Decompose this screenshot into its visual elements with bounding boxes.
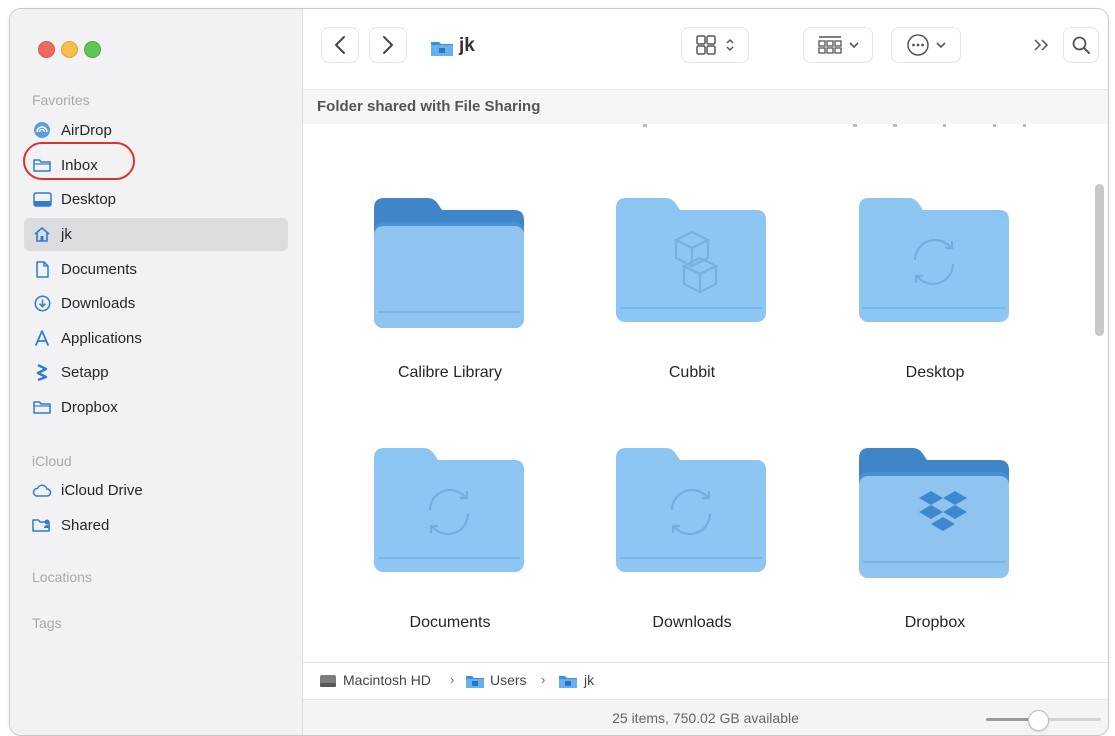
folder-icon [616, 198, 766, 322]
download-icon [32, 294, 52, 312]
sidebar-item-label: Setapp [61, 364, 109, 381]
sidebar-item-label: Dropbox [61, 399, 118, 416]
zoom-button[interactable] [84, 41, 101, 58]
folder-label: Cubbit [668, 364, 716, 381]
double-chevron-right-icon [1034, 39, 1049, 51]
sidebar-item-label: Applications [61, 330, 142, 347]
chevron-down-icon [936, 42, 946, 49]
sidebar-item-label: Downloads [61, 295, 136, 312]
sidebar-item-label: Desktop [61, 191, 117, 208]
folder-label: Dropbox [904, 614, 966, 631]
inbox-highlight-annotation [23, 142, 135, 180]
sidebar-item-dropbox[interactable]: Dropbox [24, 391, 288, 424]
toolbar: jk [303, 9, 1108, 89]
search-button[interactable] [1063, 27, 1099, 63]
applications-icon [32, 329, 52, 347]
slider-knob[interactable] [1027, 710, 1049, 731]
sidebar-item-jk[interactable]: jk [24, 218, 288, 251]
folder-label: Documents [409, 614, 491, 631]
home-icon [32, 225, 52, 243]
folder-title-icon [431, 42, 453, 56]
more-actions-button[interactable] [891, 27, 961, 63]
back-button[interactable] [321, 27, 359, 63]
toolbar-overflow-button[interactable] [1025, 27, 1057, 63]
view-mode-button[interactable] [681, 27, 749, 63]
chevron-left-icon [335, 36, 345, 54]
shared-folder-banner: Folder shared with File Sharing [303, 89, 1108, 125]
folder-icon [859, 198, 1009, 322]
search-icon [1072, 36, 1090, 54]
path-segment-macintosh-hd[interactable]: Macintosh HD [343, 672, 431, 688]
icon-grid-icon [696, 35, 716, 55]
folder-item-downloads[interactable]: Downloads [587, 446, 787, 662]
folder-item-calibre-library[interactable]: Calibre Library [345, 196, 545, 416]
status-bar: 25 items, 750.02 GB available [303, 699, 1108, 735]
folder-item-desktop[interactable]: Desktop [830, 196, 1030, 416]
icon-view[interactable]: Calibre Library Cubbit Desktop Documents… [303, 124, 1108, 662]
folder-item-cubbit[interactable]: Cubbit [587, 196, 787, 416]
folder-label: Desktop [905, 364, 965, 381]
path-segment-jk[interactable]: jk [584, 672, 594, 688]
section-title-favorites: Favorites [32, 92, 90, 108]
folder-item-documents[interactable]: Documents [345, 446, 545, 662]
ellipsis-circle-icon [907, 34, 929, 56]
group-button[interactable] [803, 27, 873, 63]
chevron-right-icon [383, 36, 393, 54]
folder-icon [374, 198, 524, 328]
document-icon [32, 260, 52, 278]
path-segment-users[interactable]: Users [490, 672, 527, 688]
sidebar-item-label: Documents [61, 261, 137, 278]
sidebar-item-applications[interactable]: Applications [24, 322, 288, 355]
banner-text: Folder shared with File Sharing [317, 98, 541, 115]
desktop-icon [32, 190, 52, 208]
folder-item-dropbox[interactable]: Dropbox [830, 446, 1030, 662]
group-grid-icon [818, 36, 842, 54]
chevron-down-icon [849, 42, 859, 49]
sidebar-item-label: AirDrop [61, 122, 112, 139]
forward-button[interactable] [369, 27, 407, 63]
icon-size-slider[interactable] [986, 710, 1101, 731]
folder-label: Downloads [652, 614, 732, 631]
path-separator: › [541, 672, 546, 687]
sidebar-item-label: jk [61, 226, 72, 243]
folder-icon [616, 448, 766, 572]
sidebar: Favorites AirDrop Inbox Desktop jk Docum… [10, 9, 303, 735]
folder-icon [32, 398, 52, 416]
close-button[interactable] [38, 41, 55, 58]
sidebar-item-label: Shared [61, 517, 110, 534]
setapp-icon [32, 363, 52, 381]
sidebar-item-icloud-drive[interactable]: iCloud Drive [24, 474, 288, 507]
shared-folder-icon [32, 516, 52, 534]
section-title-tags[interactable]: Tags [32, 615, 62, 631]
minimize-button[interactable] [61, 41, 78, 58]
folder-label: Calibre Library [397, 364, 503, 381]
updown-chevron-icon [726, 38, 734, 52]
section-title-icloud: iCloud [32, 453, 72, 469]
sidebar-item-label: iCloud Drive [61, 482, 143, 499]
window-title: jk [459, 35, 475, 56]
folder-icon [466, 676, 484, 688]
path-separator: › [450, 672, 455, 687]
finder-window: Favorites AirDrop Inbox Desktop jk Docum… [9, 8, 1109, 736]
sidebar-item-documents[interactable]: Documents [24, 253, 288, 286]
cloud-icon [32, 481, 52, 499]
previous-row-labels-cutoff [643, 124, 1026, 127]
path-bar: Macintosh HD › Users › jk [303, 662, 1108, 699]
vertical-scrollbar[interactable] [1095, 184, 1104, 336]
folder-icon [374, 448, 524, 572]
section-title-locations[interactable]: Locations [32, 569, 92, 585]
sidebar-item-desktop[interactable]: Desktop [24, 183, 288, 216]
sidebar-item-shared[interactable]: Shared [24, 509, 288, 542]
home-folder-icon [559, 676, 577, 688]
folder-icon [859, 448, 1009, 578]
sidebar-item-downloads[interactable]: Downloads [24, 287, 288, 320]
hard-drive-icon [320, 675, 336, 687]
sidebar-item-setapp[interactable]: Setapp [24, 356, 288, 389]
airdrop-icon [32, 121, 52, 139]
